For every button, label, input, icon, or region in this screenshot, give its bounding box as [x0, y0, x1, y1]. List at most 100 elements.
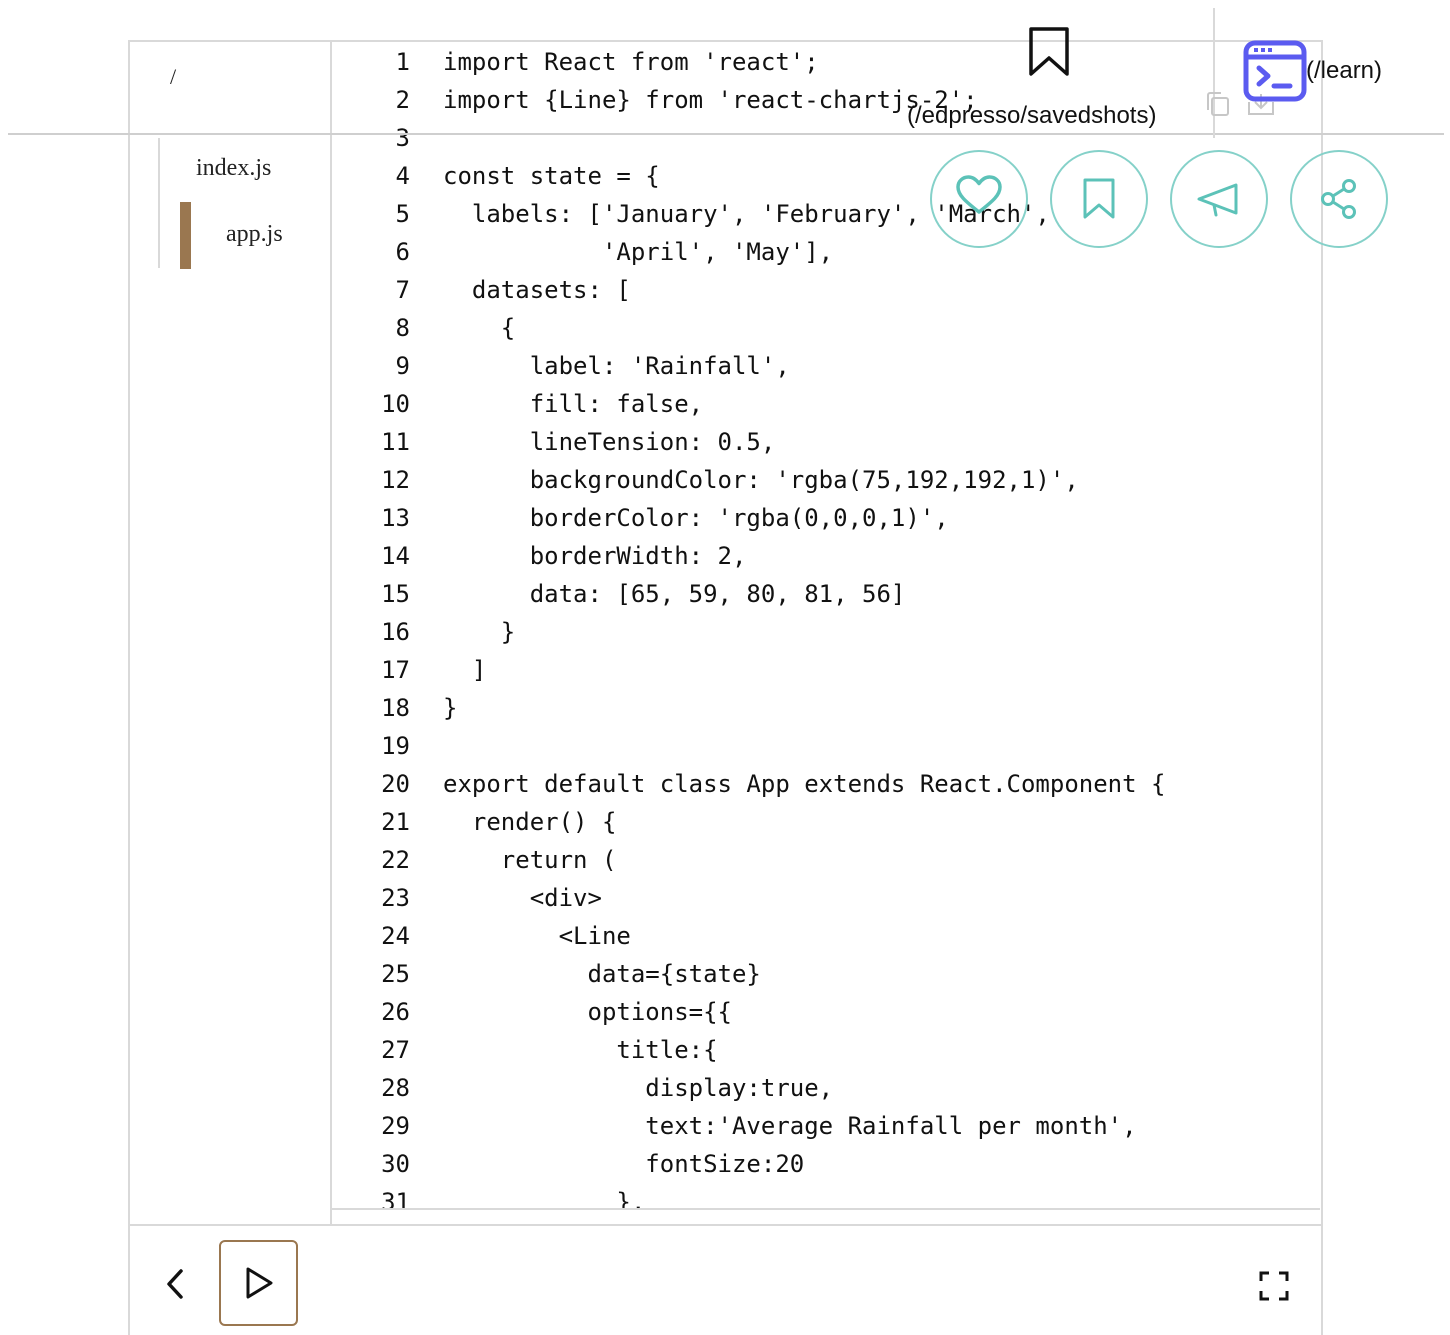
terminal-icon[interactable]	[1243, 40, 1307, 102]
code-line: 19	[332, 727, 1320, 765]
line-number: 15	[381, 580, 410, 608]
line-number: 1	[395, 48, 410, 76]
code-line: 18}	[332, 689, 1320, 727]
code-text: <Line	[443, 922, 631, 950]
line-number: 16	[381, 618, 410, 646]
line-number: 21	[381, 808, 410, 836]
code-text: }	[443, 694, 458, 722]
line-number: 3	[395, 124, 410, 152]
line-number: 23	[381, 884, 410, 912]
code-line: 26 options={{	[332, 993, 1320, 1031]
line-number: 5	[395, 200, 410, 228]
code-text: backgroundColor: 'rgba(75,192,192,1)',	[443, 466, 1079, 494]
line-number: 30	[381, 1150, 410, 1178]
line-number: 25	[381, 960, 410, 988]
line-number: 26	[381, 998, 410, 1026]
line-number: 28	[381, 1074, 410, 1102]
code-text: return (	[443, 846, 617, 874]
code-line: 2 import {Line} from 'react-chartjs-2';	[332, 81, 1320, 119]
line-number: 19	[381, 732, 410, 760]
code-line: 12 backgroundColor: 'rgba(75,192,192,1)'…	[332, 461, 1320, 499]
file-item-index-js[interactable]: index.js	[196, 155, 271, 182]
code-text: const state = {	[443, 162, 660, 190]
code-text: options={{	[443, 998, 732, 1026]
code-text: display:true,	[443, 1074, 834, 1102]
divider	[128, 1224, 1323, 1226]
line-number: 17	[381, 656, 410, 684]
code-text: ]	[443, 656, 487, 684]
play-icon	[246, 1267, 272, 1299]
code-editor[interactable]: 1 import React from 'react'; 2 import {Line…	[332, 42, 1320, 1210]
line-number: 6	[395, 238, 410, 266]
code-text: }	[443, 618, 516, 646]
code-line: 6 'April', 'May'],	[332, 233, 1320, 271]
code-line: 7 datasets: [	[332, 271, 1320, 309]
line-number: 29	[381, 1112, 410, 1140]
code-line: 23 <div>	[332, 879, 1320, 917]
back-button[interactable]	[160, 1262, 190, 1306]
fullscreen-icon	[1259, 1271, 1289, 1301]
heart-icon	[956, 175, 1002, 214]
line-number: 7	[395, 276, 410, 304]
code-line: 30 fontSize:20	[332, 1145, 1320, 1183]
code-text: title:{	[443, 1036, 718, 1064]
code-text: {	[443, 314, 516, 342]
code-line: 22 return (	[332, 841, 1320, 879]
copy-icon[interactable]	[1203, 90, 1233, 118]
code-line: 29 text:'Average Rainfall per month',	[332, 1107, 1320, 1145]
line-number: 24	[381, 922, 410, 950]
code-text: 'April', 'May'],	[443, 238, 834, 266]
code-line: 21 render() {	[332, 803, 1320, 841]
code-text: text:'Average Rainfall per month',	[443, 1112, 1137, 1140]
code-line: 20 export default class App extends React…	[332, 765, 1320, 803]
file-item-app-js[interactable]: app.js	[226, 221, 283, 248]
breadcrumb[interactable]: /	[170, 64, 176, 90]
learn-link[interactable]: (/learn)	[1306, 57, 1382, 85]
code-text: import {Line} from 'react-chartjs-2';	[443, 86, 978, 114]
code-line: 31 },	[332, 1183, 1320, 1210]
code-line: 28 display:true,	[332, 1069, 1320, 1107]
megaphone-icon	[1197, 183, 1238, 217]
active-file-indicator	[180, 202, 191, 269]
divider	[1213, 8, 1215, 138]
fullscreen-button[interactable]	[1256, 1268, 1292, 1304]
bookmark-icon[interactable]	[1027, 26, 1071, 78]
code-line: 1 import React from 'react';	[332, 43, 1320, 81]
saved-shots-link[interactable]: (/edpresso/savedshots)	[907, 102, 1156, 130]
line-number: 8	[395, 314, 410, 342]
code-text: lineTension: 0.5,	[443, 428, 776, 456]
like-button[interactable]	[930, 150, 1028, 248]
line-number: 4	[395, 162, 410, 190]
code-text: borderWidth: 2,	[443, 542, 747, 570]
line-number: 22	[381, 846, 410, 874]
code-text: fill: false,	[443, 390, 704, 418]
code-line: 14 borderWidth: 2,	[332, 537, 1320, 575]
code-line: 16 }	[332, 613, 1320, 651]
bookmark-button[interactable]	[1050, 150, 1148, 248]
code-text: import React from 'react';	[443, 48, 819, 76]
code-text: },	[443, 1188, 646, 1210]
code-text: data={state}	[443, 960, 761, 988]
code-text: export default class App extends React.C…	[443, 770, 1166, 798]
chevron-left-icon	[167, 1269, 183, 1299]
code-line: 25 data={state}	[332, 955, 1320, 993]
run-button[interactable]	[219, 1240, 298, 1326]
code-line: 13 borderColor: 'rgba(0,0,0,1)',	[332, 499, 1320, 537]
line-number: 14	[381, 542, 410, 570]
code-line: 10 fill: false,	[332, 385, 1320, 423]
code-line: 9 label: 'Rainfall',	[332, 347, 1320, 385]
announce-button[interactable]	[1170, 150, 1268, 248]
code-line: 17 ]	[332, 651, 1320, 689]
code-line: 27 title:{	[332, 1031, 1320, 1069]
bookmark-outline-icon	[1083, 178, 1115, 219]
code-text: datasets: [	[443, 276, 631, 304]
code-text: data: [65, 59, 80, 81, 56]	[443, 580, 906, 608]
share-icon	[1321, 179, 1356, 219]
code-text: borderColor: 'rgba(0,0,0,1)',	[443, 504, 949, 532]
code-line: 24 <Line	[332, 917, 1320, 955]
line-number: 11	[381, 428, 410, 456]
tree-guide	[158, 138, 160, 268]
code-text: label: 'Rainfall',	[443, 352, 790, 380]
code-line: 11 lineTension: 0.5,	[332, 423, 1320, 461]
share-button[interactable]	[1290, 150, 1388, 248]
